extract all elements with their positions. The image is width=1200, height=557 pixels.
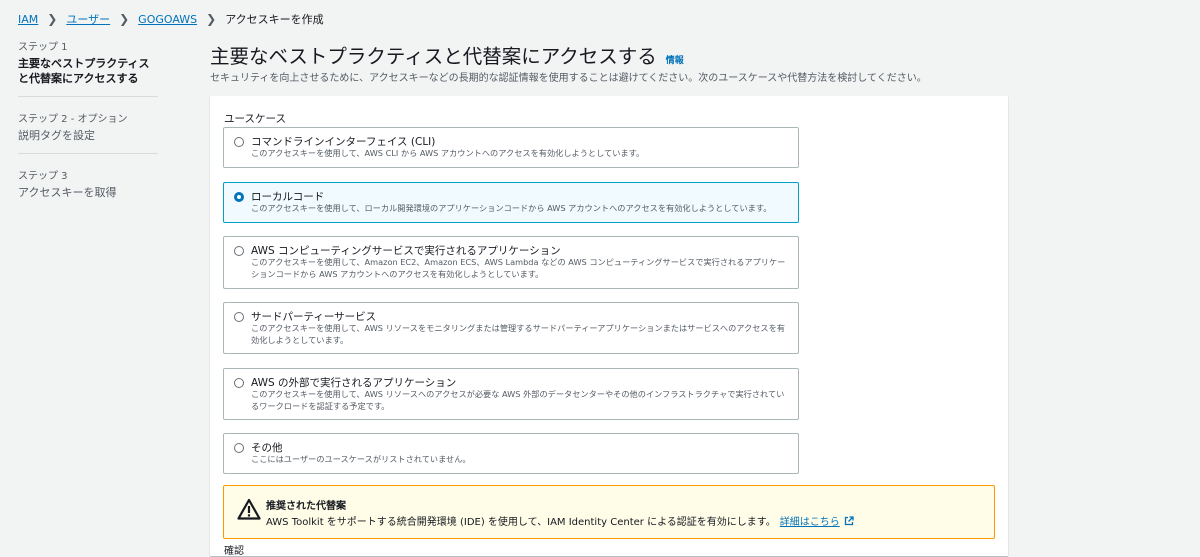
alert-text: AWS Toolkit をサポートする統合開発環境 (IDE) を使用して、IA…: [266, 517, 776, 528]
option-description: このアクセスキーを使用して、AWS リソースをモニタリングまたは管理するサードパ…: [251, 323, 785, 345]
external-link-icon[interactable]: [844, 515, 854, 526]
chevron-right-icon: ❯: [206, 12, 217, 26]
info-link[interactable]: 情報: [666, 53, 684, 66]
option-description: このアクセスキーを使用して、ローカル開発環境のアプリケーションコードから AWS…: [251, 203, 772, 213]
radio-button[interactable]: [234, 378, 244, 388]
option-title: AWS の外部で実行されるアプリケーション: [251, 377, 457, 389]
step-number: ステップ 2 - オプション: [18, 114, 128, 125]
learn-more-link[interactable]: 詳細はこちら: [780, 513, 840, 528]
step-number: ステップ 3: [18, 171, 68, 182]
step-number: ステップ 1: [18, 42, 68, 53]
radio-button[interactable]: [234, 312, 244, 322]
option-title: その他: [251, 442, 283, 454]
page-title: 主要なベストプラクティスと代替案にアクセスする: [210, 45, 657, 68]
title-row: 主要なベストプラクティスと代替案にアクセスする 情報: [210, 40, 684, 69]
breadcrumb: IAM ❯ ユーザー ❯ GOGOAWS ❯ アクセスキーを作成: [18, 11, 324, 27]
chevron-right-icon: ❯: [119, 12, 130, 26]
chevron-right-icon: ❯: [47, 12, 58, 26]
step-1: ステップ 1 主要なベストプラクティスと代替案にアクセスする: [18, 38, 158, 97]
usecase-option-cli[interactable]: コマンドラインインターフェイス (CLI) このアクセスキーを使用して、AWS …: [223, 127, 799, 168]
recommended-alternative-alert: 推奨された代替案 AWS Toolkit をサポートする統合開発環境 (IDE)…: [223, 485, 995, 539]
radio-button[interactable]: [234, 192, 244, 202]
option-title: AWS コンピューティングサービスで実行されるアプリケーション: [251, 245, 561, 257]
option-title: ローカルコード: [251, 191, 325, 203]
step-title: アクセスキーを取得: [18, 186, 117, 199]
option-description: このアクセスキーを使用して、Amazon EC2、Amazon ECS、AWS …: [251, 257, 786, 279]
breadcrumb-users[interactable]: ユーザー: [66, 11, 110, 27]
breadcrumb-current: アクセスキーを作成: [225, 13, 324, 26]
option-description: このアクセスキーを使用して、AWS リソースへのアクセスが必要な AWS 外部の…: [251, 389, 785, 411]
usecase-option-other[interactable]: その他 ここにはユーザーのユースケースがリストされていません。: [223, 433, 799, 474]
step-2: ステップ 2 - オプション 説明タグを設定: [18, 110, 158, 154]
option-description: このアクセスキーを使用して、AWS CLI から AWS アカウントへのアクセス…: [251, 148, 645, 158]
usecase-label: ユースケース: [224, 113, 286, 125]
option-title: コマンドラインインターフェイス (CLI): [251, 136, 436, 148]
breadcrumb-iam[interactable]: IAM: [18, 13, 38, 26]
radio-button[interactable]: [234, 137, 244, 147]
usecase-option-compute-app[interactable]: AWS コンピューティングサービスで実行されるアプリケーション このアクセスキー…: [223, 236, 799, 289]
usecase-option-local-code[interactable]: ローカルコード このアクセスキーを使用して、ローカル開発環境のアプリケーションコ…: [223, 182, 799, 223]
alert-title: 推奨された代替案: [266, 501, 346, 512]
step-3: ステップ 3 アクセスキーを取得: [18, 167, 158, 210]
radio-button[interactable]: [234, 246, 244, 256]
confirm-label: 確認: [224, 546, 244, 557]
radio-button[interactable]: [234, 443, 244, 453]
usecase-panel: ユースケース コマンドラインインターフェイス (CLI) このアクセスキーを使用…: [210, 96, 1008, 557]
alert-body: AWS Toolkit をサポートする統合開発環境 (IDE) を使用して、IA…: [266, 513, 854, 528]
wizard-steps: ステップ 1 主要なベストプラクティスと代替案にアクセスする ステップ 2 - …: [18, 38, 158, 223]
option-title: サードパーティーサービス: [251, 311, 377, 323]
step-title: 説明タグを設定: [18, 129, 95, 142]
usecase-option-outside-aws[interactable]: AWS の外部で実行されるアプリケーション このアクセスキーを使用して、AWS …: [223, 368, 799, 420]
breadcrumb-user-gogoaws[interactable]: GOGOAWS: [138, 13, 197, 26]
warning-icon: [237, 498, 261, 520]
page-description: セキュリティを向上させるために、アクセスキーなどの長期的な認証情報を使用すること…: [210, 73, 927, 84]
option-description: ここにはユーザーのユースケースがリストされていません。: [251, 454, 471, 464]
usecase-option-third-party[interactable]: サードパーティーサービス このアクセスキーを使用して、AWS リソースをモニタリ…: [223, 302, 799, 354]
step-title: 主要なベストプラクティスと代替案にアクセスする: [18, 57, 150, 85]
